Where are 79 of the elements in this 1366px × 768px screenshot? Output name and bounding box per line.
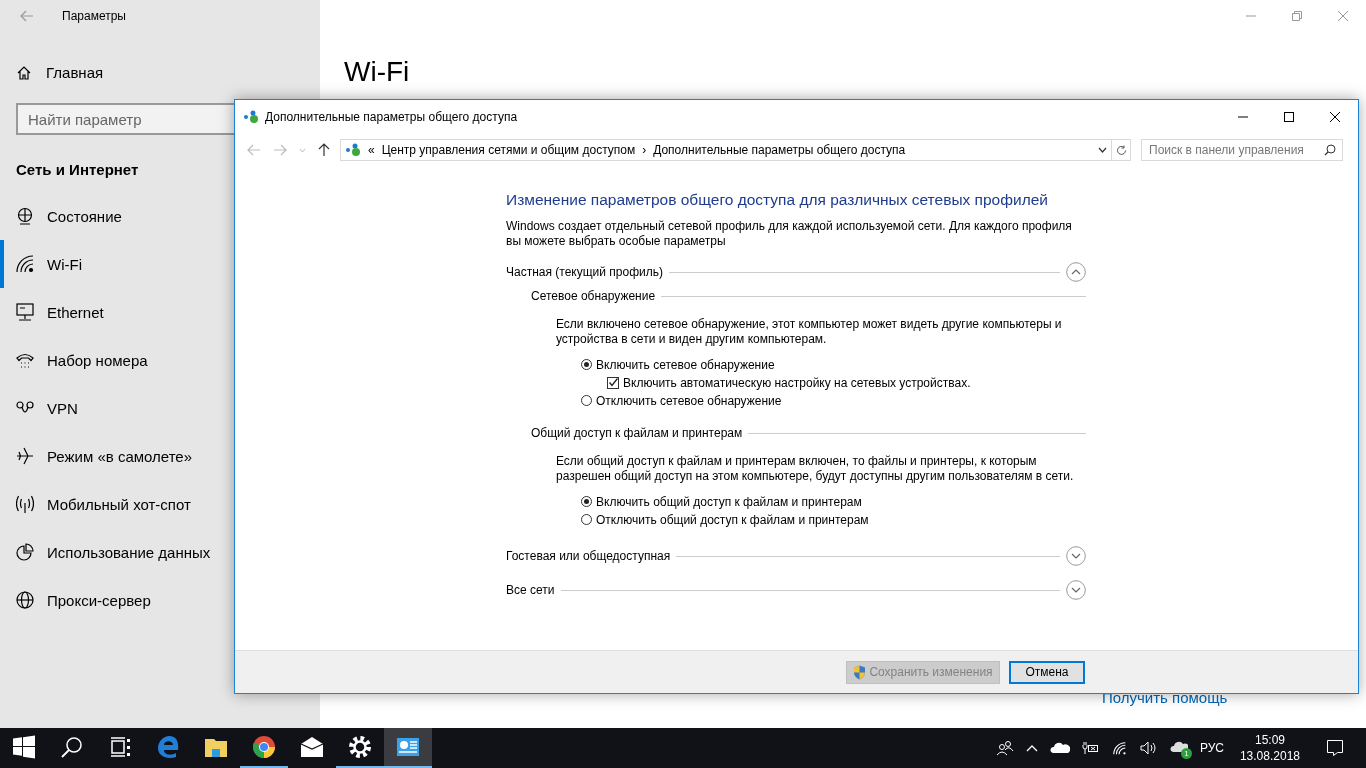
checkbox[interactable] — [607, 376, 619, 389]
taskbar-button[interactable] — [384, 728, 432, 768]
profile-label: Все сети — [506, 583, 555, 597]
refresh-icon — [1115, 144, 1127, 156]
network-icon — [345, 143, 361, 157]
notification-badge: 1 — [1180, 748, 1192, 759]
nav-item[interactable]: Ethernet — [0, 288, 320, 336]
section-description: Если включено сетевое обнаружение, этот компьютер может видеть другие компьютеры и устройства в сети и виден другим компьютерам. — [556, 317, 1063, 347]
search-icon — [1324, 144, 1336, 156]
nav-item[interactable]: Набор номера — [0, 336, 320, 384]
date: 13.08.2018 — [1239, 748, 1300, 764]
control-panel-icon — [396, 735, 420, 759]
section-title: Общий доступ к файлам и принтерам — [531, 426, 743, 440]
radio-button[interactable] — [581, 514, 592, 525]
pie-chart-icon — [16, 543, 34, 561]
window-title: Параметры — [62, 9, 126, 23]
profile-label: Частная (текущий профиль) — [506, 265, 663, 279]
refresh-button[interactable] — [1112, 139, 1131, 161]
cloud-icon[interactable] — [1049, 742, 1070, 754]
radio-button[interactable] — [581, 359, 592, 370]
globe-monitor-icon — [16, 207, 34, 225]
nav-item[interactable]: Мобильный хот-спот — [0, 480, 320, 528]
up-arrow-icon[interactable] — [318, 143, 330, 157]
chevron-up-icon[interactable] — [1025, 744, 1038, 752]
breadcrumb[interactable]: Центр управления сетями и общим доступом — [381, 143, 636, 157]
home-icon — [16, 64, 32, 81]
network-icon — [243, 110, 259, 124]
phone-icon — [16, 351, 34, 369]
section-description: Если общий доступ к файлам и принтерам включен, то файлы и принтеры, к которым разрешен общий доступ на этом компьютере, будут доступны другим пользователям в сети. — [556, 454, 1075, 484]
intro-text: Windows создает отдельный сетевой профиль для каждой используемой сети. Для каждого профиля вы можете выбрать особые параметры — [506, 219, 1073, 249]
notifications-icon[interactable] — [1326, 739, 1344, 757]
nav-item[interactable]: Режим «в самолете» — [0, 432, 320, 480]
section-heading: Сеть и Интернет — [16, 161, 139, 178]
radio-button[interactable] — [581, 496, 592, 507]
wifi-icon — [16, 255, 34, 273]
checkmark-icon — [608, 378, 618, 387]
nav-item[interactable]: VPN — [0, 384, 320, 432]
antenna-icon — [16, 495, 34, 513]
nav-item[interactable]: Прокси-сервер — [0, 576, 320, 624]
clock[interactable]: 15:09 13.08.2018 — [1239, 732, 1300, 764]
browser-logo-icon — [252, 735, 276, 759]
breadcrumb-separator[interactable]: › — [642, 143, 647, 157]
option-label[interactable]: Отключить сетевое обнаружение — [596, 393, 782, 408]
page-title: Wi-Fi — [344, 56, 410, 88]
globe-icon — [16, 591, 34, 609]
search-icon — [60, 735, 84, 759]
option-label[interactable]: Отключить общий доступ к файлам и принтерам — [596, 512, 869, 527]
breadcrumb[interactable]: Дополнительные параметры общего доступа — [653, 143, 906, 157]
page-heading: Изменение параметров общего доступа для различных сетевых профилей — [506, 191, 1049, 209]
power-plug-icon[interactable] — [1081, 741, 1100, 755]
monitor-icon — [16, 303, 34, 321]
language-indicator[interactable]: РУС — [1199, 741, 1224, 755]
address-bar[interactable]: « Центр управления сетями и общим доступом › Дополнительные параметры общего доступа — [340, 139, 1112, 161]
radio-button[interactable] — [581, 395, 592, 406]
browser-logo-icon — [156, 735, 180, 759]
profile-label: Гостевая или общедоступная — [506, 549, 671, 563]
caret-icon[interactable] — [1098, 147, 1107, 153]
nav-item[interactable]: Состояние — [0, 192, 320, 240]
shield-icon — [853, 664, 867, 680]
wifi-icon[interactable] — [1111, 740, 1128, 756]
speaker-icon[interactable] — [1139, 741, 1158, 755]
restore-icon[interactable] — [1292, 11, 1302, 21]
cancel-button[interactable]: Отмена — [1009, 660, 1085, 684]
option-label[interactable]: Включить общий доступ к файлам и принтерам — [596, 494, 862, 509]
option-label[interactable]: Включить автоматическую настройку на сетевых устройствах. — [623, 375, 971, 390]
settings-icon — [348, 735, 372, 759]
envelope-icon — [300, 735, 324, 759]
maximize-icon[interactable] — [1284, 112, 1294, 122]
task-view-icon — [108, 735, 132, 759]
windows-logo-icon — [12, 735, 36, 759]
airplane-icon — [16, 447, 34, 465]
people-icon[interactable] — [995, 740, 1014, 756]
section-title: Сетевое обнаружение — [531, 289, 656, 303]
home-link[interactable]: Главная — [0, 32, 104, 81]
overflow-chevron[interactable]: « — [368, 143, 375, 157]
close-icon[interactable] — [1330, 112, 1340, 122]
option-label[interactable]: Включить сетевое обнаружение — [596, 357, 775, 372]
time: 15:09 — [1254, 732, 1285, 748]
nav-item[interactable]: Использование данных — [0, 528, 320, 576]
